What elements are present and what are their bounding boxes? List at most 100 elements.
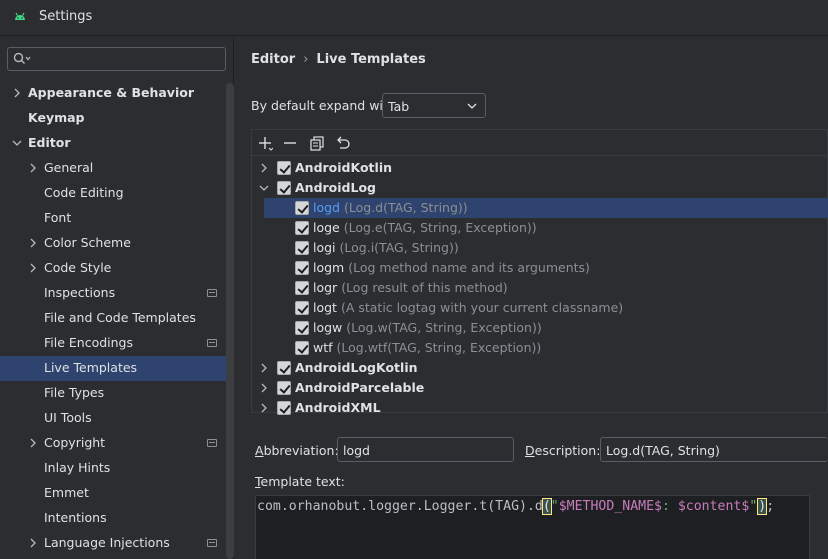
chevron-right-icon[interactable]: [28, 263, 38, 273]
project-scope-icon: [207, 439, 217, 447]
code-prefix: com.orhanobut.logger.Logger.t(TAG).d: [257, 499, 543, 514]
template-label: logw (Log.w(TAG, String, Exception)): [313, 320, 542, 335]
chevron-right-icon[interactable]: [28, 163, 38, 173]
sidebar-item-inspections[interactable]: Inspections: [0, 281, 226, 306]
abbreviation-label: Abbreviation:: [255, 443, 339, 458]
sidebar-item-label: Emmet: [44, 485, 89, 500]
template-checkbox[interactable]: [295, 241, 309, 255]
code-var-content: $content$: [677, 499, 750, 514]
sidebar-item-appearance-behavior[interactable]: Appearance & Behavior: [0, 81, 226, 106]
sidebar-item-emmet[interactable]: Emmet: [0, 481, 226, 506]
template-group-name: AndroidLogKotlin: [295, 360, 418, 375]
sidebar-item-color-scheme[interactable]: Color Scheme: [0, 231, 226, 256]
sidebar-item-code-style[interactable]: Code Style: [0, 256, 226, 281]
chevron-down-icon[interactable]: [259, 183, 269, 193]
description-value: Log.d(TAG, String): [606, 443, 720, 458]
template-text-editor[interactable]: com.orhanobut.logger.Logger.t(TAG).d("$M…: [255, 495, 810, 559]
template-checkbox[interactable]: [295, 321, 309, 335]
template-group-row[interactable]: AndroidLog: [252, 178, 828, 198]
sidebar-item-file-encodings[interactable]: File Encodings: [0, 331, 226, 356]
templates-tree-panel: AndroidKotlin AndroidLog logd (Log.d(TAG, …: [251, 129, 828, 415]
template-item-row[interactable]: logm (Log method name and its arguments): [252, 258, 828, 278]
chevron-right-icon[interactable]: [12, 88, 22, 98]
chevron-right-icon[interactable]: [259, 163, 269, 173]
template-checkbox[interactable]: [295, 261, 309, 275]
add-icon[interactable]: [257, 135, 273, 151]
window-title: Settings: [39, 9, 93, 24]
sidebar-item-intentions[interactable]: Intentions: [0, 506, 226, 531]
description-mnemonic: D: [525, 443, 535, 458]
restore-icon[interactable]: [335, 135, 351, 151]
expand-with-select[interactable]: Tab: [382, 93, 486, 118]
sidebar-item-label: Font: [44, 210, 72, 225]
template-item-row[interactable]: loge (Log.e(TAG, String, Exception)): [252, 218, 828, 238]
chevron-right-icon: ›: [303, 52, 309, 67]
template-checkbox[interactable]: [295, 341, 309, 355]
template-checkbox[interactable]: [295, 221, 309, 235]
sidebar-item-label: Color Scheme: [44, 235, 131, 250]
code-string-mid: :: [661, 499, 678, 514]
template-description: (Log.w(TAG, String, Exception)): [346, 320, 542, 335]
template-checkbox[interactable]: [295, 281, 309, 295]
template-item-row[interactable]: logr (Log result of this method): [252, 278, 828, 298]
template-item-row[interactable]: logd (Log.d(TAG, String)): [264, 198, 828, 218]
template-item-row[interactable]: logi (Log.i(TAG, String)): [252, 238, 828, 258]
chevron-right-icon[interactable]: [259, 363, 269, 373]
chevron-down-icon[interactable]: [12, 138, 22, 148]
chevron-right-icon[interactable]: [259, 403, 269, 413]
sidebar-item-keymap[interactable]: Keymap: [0, 106, 226, 131]
template-group-row[interactable]: AndroidLogKotlin: [252, 358, 828, 378]
chevron-right-icon[interactable]: [28, 538, 38, 548]
template-group-row[interactable]: AndroidKotlin: [252, 158, 828, 178]
sidebar-item-code-editing[interactable]: Code Editing: [0, 181, 226, 206]
group-checkbox[interactable]: [277, 401, 291, 415]
sidebar-item-label: Inspections: [44, 285, 116, 300]
sidebar-item-inlay-hints[interactable]: Inlay Hints: [0, 456, 226, 481]
sidebar-item-font[interactable]: Font: [0, 206, 226, 231]
chevron-right-icon[interactable]: [28, 438, 38, 448]
sidebar-scrollbar[interactable]: [226, 83, 234, 559]
template-label: logi (Log.i(TAG, String)): [313, 240, 459, 255]
abbreviation-field[interactable]: logd: [337, 437, 514, 462]
sidebar-item-live-templates[interactable]: Live Templates: [0, 356, 226, 381]
group-checkbox[interactable]: [277, 361, 291, 375]
sidebar-item-ui-tools[interactable]: UI Tools: [0, 406, 226, 431]
search-icon[interactable]: [13, 52, 31, 66]
templates-toolbar: [252, 130, 828, 156]
settings-search-input[interactable]: [7, 47, 226, 71]
template-checkbox[interactable]: [295, 201, 309, 215]
breadcrumb-parent[interactable]: Editor: [251, 52, 295, 67]
template-group-row[interactable]: AndroidParcelable: [252, 378, 828, 398]
template-item-row[interactable]: logt (A static logtag with your current …: [252, 298, 828, 318]
sidebar-item-file-types[interactable]: File Types: [0, 381, 226, 406]
sidebar-item-file-and-code-templates[interactable]: File and Code Templates: [0, 306, 226, 331]
group-checkbox[interactable]: [277, 181, 291, 195]
chevron-right-icon[interactable]: [259, 383, 269, 393]
chevron-right-icon[interactable]: [28, 238, 38, 248]
template-item-row[interactable]: logw (Log.w(TAG, String, Exception)): [252, 318, 828, 338]
group-checkbox[interactable]: [277, 161, 291, 175]
sidebar-item-copyright[interactable]: Copyright: [0, 431, 226, 456]
template-description: (Log method name and its arguments): [348, 260, 590, 275]
sidebar-item-label: Intentions: [44, 510, 107, 525]
sidebar-item-label: File and Code Templates: [44, 310, 196, 325]
group-checkbox[interactable]: [277, 381, 291, 395]
sidebar-item-label: File Encodings: [44, 335, 134, 350]
code-paren-open: (: [541, 498, 552, 515]
template-text-label: Template text:: [255, 474, 345, 489]
description-field[interactable]: Log.d(TAG, String): [600, 437, 828, 462]
sidebar-item-editor[interactable]: Editor: [0, 131, 226, 156]
abbreviation-label-text: bbreviation:: [263, 443, 339, 458]
sidebar-item-language-injections[interactable]: Language Injections: [0, 531, 226, 556]
template-checkbox[interactable]: [295, 301, 309, 315]
template-item-row[interactable]: wtf (Log.wtf(TAG, String, Exception)): [252, 338, 828, 358]
duplicate-icon[interactable]: [309, 135, 325, 151]
sidebar-item-general[interactable]: General: [0, 156, 226, 181]
sidebar-item-label: Code Editing: [44, 185, 124, 200]
template-label: logm (Log method name and its arguments): [313, 260, 590, 275]
remove-icon[interactable]: [282, 135, 298, 151]
template-group-row[interactable]: AndroidXML: [252, 398, 828, 418]
template-description: (Log.d(TAG, String)): [343, 200, 468, 215]
template-description: (Log.wtf(TAG, String, Exception)): [336, 340, 542, 355]
template-label: wtf (Log.wtf(TAG, String, Exception)): [313, 340, 541, 355]
